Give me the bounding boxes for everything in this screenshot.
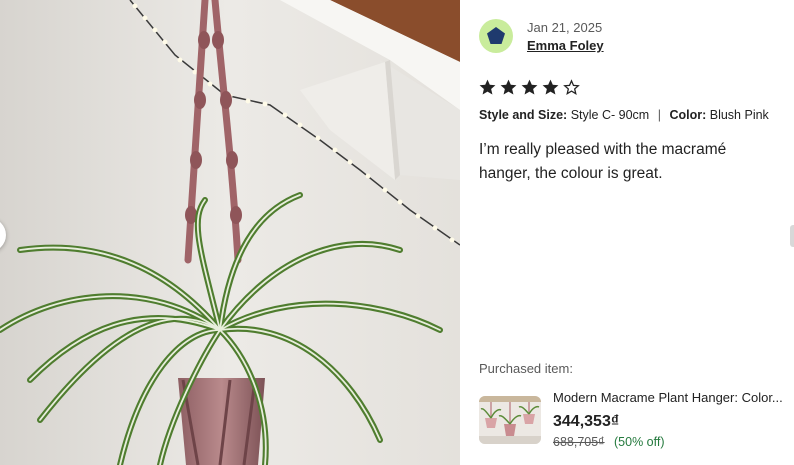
star-filled-icon (479, 79, 496, 95)
review-date: Jan 21, 2025 (527, 20, 603, 35)
purchased-item-price: 344,353₫ (553, 413, 620, 430)
pentagon-avatar-icon (487, 27, 505, 44)
plant-photo-image (0, 0, 460, 465)
review-panel: Jan 21, 2025 Emma Foley Style and Size: … (460, 0, 794, 465)
variation-separator: | (657, 108, 661, 122)
purchased-item-thumbnail[interactable] (479, 396, 541, 444)
variation-size-label: Style and Size: (479, 108, 568, 122)
reviewer-name-link[interactable]: Emma Foley (527, 38, 604, 53)
variation-color-value: Blush Pink (709, 108, 769, 122)
plant-hanger-thumbnail-image (479, 396, 541, 444)
purchased-item-title-link[interactable]: Modern Macrame Plant Hanger: Color... (553, 390, 794, 405)
purchased-item-discount: (50% off) (614, 435, 665, 449)
star-empty-icon (563, 79, 580, 95)
variation-size-value: Style C- 90cm (570, 108, 650, 122)
star-filled-icon (542, 79, 559, 95)
star-filled-icon (521, 79, 538, 95)
purchased-item-label: Purchased item: (479, 361, 573, 376)
review-photo[interactable] (0, 0, 460, 465)
review-text: I’m really pleased with the macramé hang… (479, 141, 727, 182)
star-rating (478, 78, 581, 97)
next-review-button[interactable] (790, 225, 794, 247)
variation-color-label: Color: (669, 108, 707, 122)
star-filled-icon (500, 79, 517, 95)
reviewer-avatar[interactable] (479, 19, 513, 53)
purchase-variation: Style and Size: Style C- 90cm | Color: B… (479, 108, 769, 122)
purchased-item-original-price: 688,705₫ (553, 435, 605, 449)
